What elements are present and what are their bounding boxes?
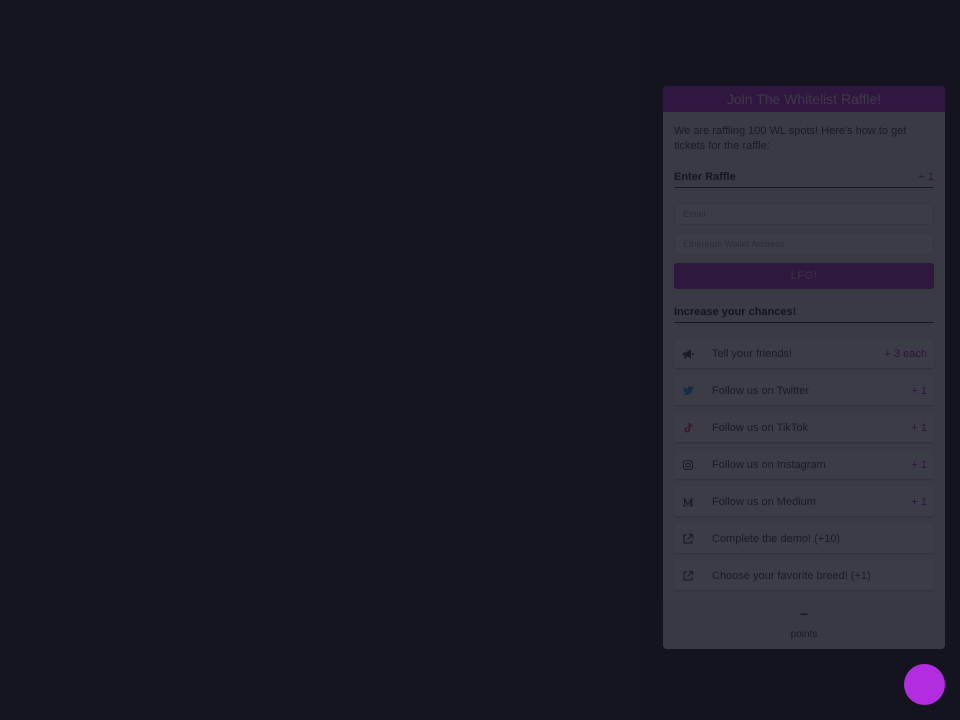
megaphone-icon — [681, 347, 694, 360]
task-twitter[interactable]: Follow us on Twitter + 1 — [674, 376, 934, 405]
wallet-placeholder: Ethereum Wallet Address — [683, 239, 785, 249]
task-label: Complete the demo! (+10) — [712, 532, 841, 545]
tiktok-icon — [681, 421, 694, 434]
enter-raffle-section: Enter Raffle + 1 — [674, 171, 934, 188]
widget-header: Join The Whitelist Raffle! — [663, 86, 945, 112]
external-link-icon — [681, 569, 694, 582]
task-points: + 1 — [911, 458, 927, 471]
task-list: Tell your friends! + 3 each Follow us on… — [674, 339, 934, 590]
widget-launcher-button[interactable] — [904, 664, 945, 705]
task-points: + 3 each — [884, 347, 927, 360]
widget-title: Join The Whitelist Raffle! — [726, 91, 882, 107]
twitter-icon — [681, 384, 694, 397]
task-tiktok[interactable]: Follow us on TikTok + 1 — [674, 413, 934, 442]
points-footer: – points — [663, 601, 945, 649]
points-label: points — [790, 629, 818, 640]
task-points: + 1 — [911, 495, 927, 508]
email-field[interactable]: Email — [674, 203, 934, 225]
task-favorite-breed[interactable]: Choose your favorite breed! (+1) — [674, 561, 934, 590]
instagram-icon — [681, 458, 694, 471]
task-medium[interactable]: Follow us on Medium + 1 — [674, 487, 934, 516]
task-label: Choose your favorite breed! (+1) — [712, 569, 871, 582]
task-complete-demo[interactable]: Complete the demo! (+10) — [674, 524, 934, 553]
wallet-address-field[interactable]: Ethereum Wallet Address — [674, 233, 934, 255]
intro-text: We are raffling 100 WL spots! Here's how… — [674, 125, 907, 152]
task-label: Follow us on Instagram — [712, 458, 826, 471]
widget-body: We are raffling 100 WL spots! Here's how… — [663, 124, 945, 590]
enter-raffle-heading: Enter Raffle — [674, 171, 736, 183]
task-tell-friends[interactable]: Tell your friends! + 3 each — [674, 339, 934, 368]
task-label: Tell your friends! — [712, 347, 793, 360]
task-label: Follow us on Twitter — [712, 384, 810, 397]
task-points: + 1 — [911, 384, 927, 397]
increase-chances-section: Increase your chances! — [674, 306, 934, 323]
email-placeholder: Email — [683, 209, 706, 219]
task-instagram[interactable]: Follow us on Instagram + 1 — [674, 450, 934, 479]
points-value: – — [800, 605, 808, 621]
enter-raffle-points: + 1 — [918, 171, 934, 183]
task-label: Follow us on TikTok — [712, 421, 808, 434]
submit-button[interactable]: LFG! — [674, 263, 934, 289]
task-points: + 1 — [911, 421, 927, 434]
medium-icon — [681, 495, 694, 508]
increase-chances-heading: Increase your chances! — [674, 306, 797, 318]
external-link-icon — [681, 532, 694, 545]
task-label: Follow us on Medium — [712, 495, 816, 508]
raffle-widget: Join The Whitelist Raffle! We are raffli… — [663, 86, 945, 649]
